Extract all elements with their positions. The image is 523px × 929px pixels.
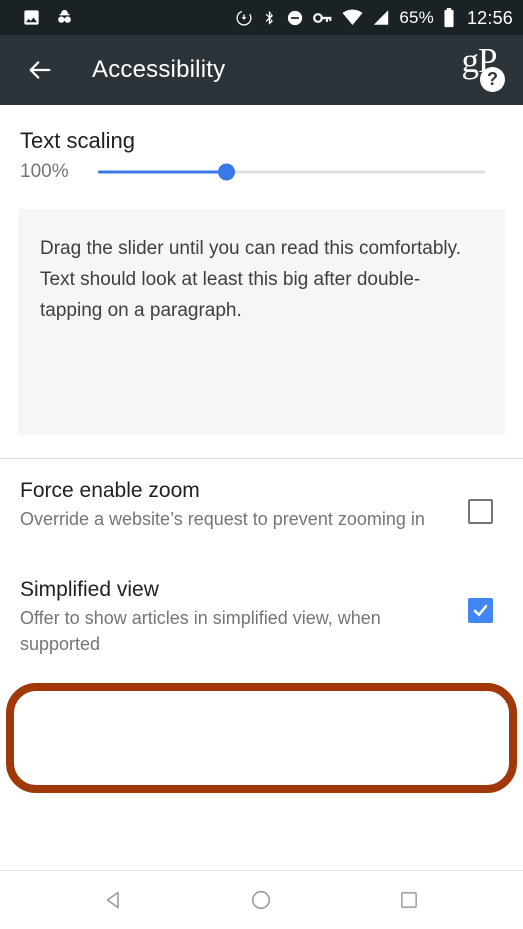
text-scaling-slider[interactable] (98, 161, 485, 183)
nav-back-button[interactable] (81, 877, 147, 923)
download-circle-icon (235, 9, 253, 27)
recents-square-icon (401, 892, 418, 908)
image-icon (22, 8, 41, 27)
checkbox-checked-icon (467, 598, 493, 623)
vpn-key-icon (313, 10, 333, 26)
checkbox-force-enable-zoom[interactable] (457, 477, 503, 524)
back-arrow-icon (29, 61, 51, 79)
status-bar-right-icons: 65% 12:56 (235, 7, 513, 28)
text-scaling-title: Text scaling (20, 128, 135, 153)
back-button[interactable] (18, 48, 62, 92)
wifi-icon (342, 9, 363, 26)
pref-summary-simplified-view: Offer to show articles in simplified vie… (20, 608, 381, 654)
pref-title-force-enable-zoom: Force enable zoom (20, 479, 200, 502)
pref-row-simplified-view[interactable]: Simplified view Offer to show articles i… (0, 558, 523, 673)
slider-thumb[interactable] (217, 163, 235, 181)
pref-texts: Force enable zoom Override a website’s r… (20, 477, 457, 532)
phone-screen: 65% 12:56 Accessibility gP ? Text scalin… (0, 0, 523, 929)
text-preview-box: Drag the slider until you can read this … (18, 209, 505, 435)
pref-row-force-enable-zoom[interactable]: Force enable zoom Override a website’s r… (0, 459, 523, 548)
pref-title-simplified-view: Simplified view (20, 578, 159, 601)
page-title: Accessibility (92, 56, 226, 83)
pref-texts: Simplified view Offer to show articles i… (20, 576, 457, 657)
settings-content: Text scaling 100% Drag the slider until … (0, 105, 523, 870)
do-not-disturb-icon (286, 9, 304, 27)
system-navigation-bar (0, 871, 523, 929)
incognito-icon (55, 8, 74, 27)
nav-home-button[interactable] (228, 877, 294, 923)
clock-label: 12:56 (466, 7, 513, 28)
home-circle-icon (252, 890, 271, 910)
back-triangle-icon (106, 891, 119, 909)
checkbox-unchecked-icon (467, 499, 493, 524)
status-bar-left-icons (22, 8, 74, 27)
pref-summary-force-enable-zoom: Override a website’s request to prevent … (20, 509, 425, 529)
battery-percent-label: 65% (399, 8, 434, 27)
text-scaling-value: 100% (20, 161, 69, 182)
text-scaling-slider-row: 100% (20, 161, 503, 183)
cell-signal-icon (372, 9, 390, 26)
slider-fill (98, 170, 226, 174)
status-bar: 65% 12:56 (0, 0, 523, 35)
text-preview-paragraph: Drag the slider until you can read this … (40, 238, 462, 321)
checkbox-simplified-view[interactable] (457, 576, 503, 623)
highlight-annotation (6, 683, 517, 793)
help-button[interactable]: gP ? (451, 43, 507, 96)
bluetooth-icon (262, 8, 277, 27)
question-mark-icon: ? (480, 67, 505, 92)
text-scaling-section: Text scaling 100% (0, 105, 523, 183)
battery-icon (443, 7, 455, 28)
app-bar: Accessibility gP ? (0, 35, 523, 105)
nav-recents-button[interactable] (376, 877, 442, 923)
